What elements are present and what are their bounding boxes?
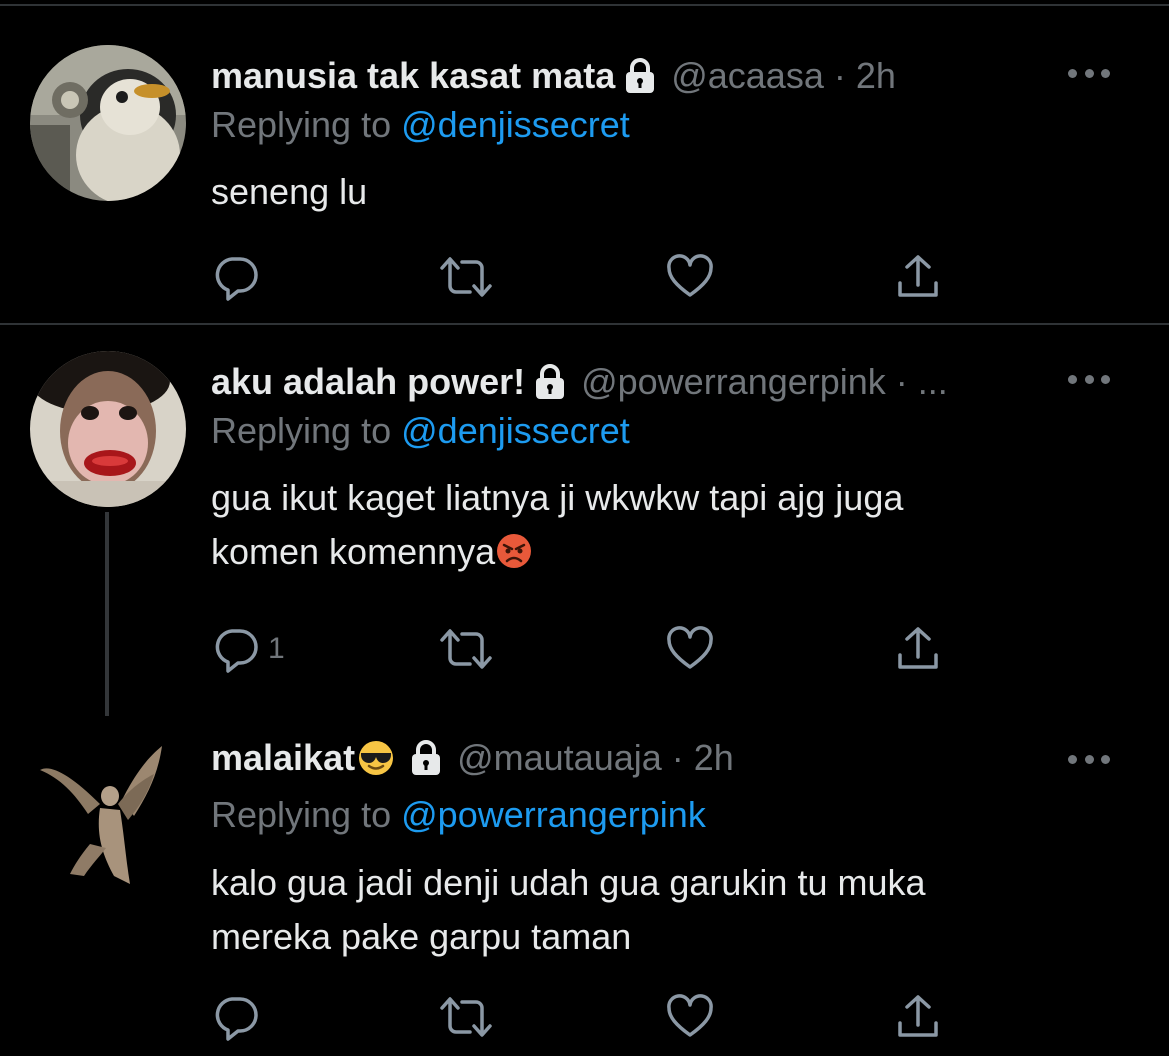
display-name[interactable]: malaikat	[211, 737, 355, 779]
like-icon	[667, 626, 713, 669]
retweet-button[interactable]	[440, 992, 492, 1042]
tweet-text-line: seneng lu	[211, 171, 368, 212]
lock-icon	[536, 364, 565, 399]
replying-prefix: Replying to	[211, 410, 392, 451]
action-bar: 1	[0, 624, 1169, 674]
tweet-text: seneng lu	[211, 165, 1111, 219]
timestamp[interactable]: 2h	[856, 55, 896, 97]
separator-dot: ·	[671, 737, 684, 778]
tweet-divider	[0, 323, 1169, 325]
avatar[interactable]	[30, 734, 186, 890]
tweet-header: manusia tak kasat mata @acaasa · 2h	[211, 54, 896, 98]
replying-to: Replying to @denjissecret	[211, 104, 630, 146]
tweet-text-line: gua ikut kaget liatnya ji wkwkw tapi ajg…	[211, 477, 904, 518]
replying-to: Replying to @powerrangerpink	[211, 794, 706, 836]
thread-connector	[105, 512, 109, 716]
lock-icon	[626, 58, 655, 93]
reply-button[interactable]: 1	[212, 624, 285, 674]
more-icon[interactable]	[1068, 66, 1110, 80]
like-button[interactable]	[666, 992, 714, 1042]
share-button[interactable]	[894, 992, 942, 1042]
lock-icon	[412, 740, 441, 775]
replying-to: Replying to @denjissecret	[211, 410, 630, 452]
share-icon	[898, 255, 938, 297]
separator-dot: ·	[895, 361, 908, 402]
user-handle[interactable]: @acaasa	[671, 55, 824, 97]
retweet-icon	[440, 257, 492, 297]
angel-statue-avatar-image	[30, 734, 186, 890]
more-icon[interactable]	[1068, 752, 1110, 766]
user-handle[interactable]: @mautauaja	[457, 737, 662, 779]
tweet-text-line-with-emoji: komen komennya	[211, 525, 1111, 579]
action-bar	[0, 992, 1169, 1042]
sunglasses-emoji	[359, 741, 394, 775]
replying-mention[interactable]: @denjissecret	[401, 104, 630, 145]
tweet-text-line: kalo gua jadi denji udah gua garukin tu …	[211, 862, 926, 903]
reply-count: 1	[268, 632, 285, 665]
replying-prefix: Replying to	[211, 104, 392, 145]
angry-face-emoji	[497, 534, 532, 568]
retweet-button[interactable]	[440, 252, 492, 302]
timestamp[interactable]: ...	[918, 361, 948, 403]
like-icon	[667, 994, 713, 1037]
reply-icon	[215, 629, 258, 673]
tweet[interactable]: aku adalah power! @powerrangerpink · ...…	[0, 326, 1169, 720]
share-button[interactable]	[894, 252, 942, 302]
share-button[interactable]	[894, 624, 942, 674]
tweet-header: malaikat @mautauaja · 2h	[211, 736, 734, 780]
avatar[interactable]	[30, 351, 186, 507]
separator-dot: ·	[833, 55, 846, 96]
like-icon	[667, 254, 713, 297]
tweet-text: gua ikut kaget liatnya ji wkwkw tapi ajg…	[211, 471, 1111, 579]
penguin-avatar-image	[30, 45, 186, 201]
display-name[interactable]: aku adalah power!	[211, 361, 525, 403]
reply-icon	[215, 257, 258, 301]
like-button[interactable]	[666, 624, 714, 674]
avatar[interactable]	[30, 45, 186, 201]
retweet-button[interactable]	[440, 624, 492, 674]
more-icon[interactable]	[1068, 372, 1110, 386]
display-name[interactable]: manusia tak kasat mata	[211, 55, 615, 97]
action-bar	[0, 252, 1169, 302]
replying-mention[interactable]: @powerrangerpink	[401, 794, 706, 835]
tweet[interactable]: manusia tak kasat mata @acaasa · 2h Repl…	[0, 0, 1169, 324]
tweet[interactable]: malaikat @mautauaja · 2h Replying to @po…	[0, 720, 1169, 1056]
retweet-icon	[440, 997, 492, 1037]
tweet-text-line: mereka pake garpu taman	[211, 916, 632, 957]
tweet-text-line: komen komennya	[211, 531, 496, 572]
pink-face-avatar-image	[30, 351, 186, 507]
replying-prefix: Replying to	[211, 794, 392, 835]
like-button[interactable]	[666, 252, 714, 302]
reply-icon	[215, 997, 258, 1041]
share-icon	[898, 627, 938, 669]
reply-button[interactable]	[212, 252, 260, 302]
tweet-text: kalo gua jadi denji udah gua garukin tu …	[211, 856, 1111, 964]
replying-mention[interactable]: @denjissecret	[401, 410, 630, 451]
retweet-icon	[440, 629, 492, 669]
reply-button[interactable]	[212, 992, 260, 1042]
timestamp[interactable]: 2h	[694, 737, 734, 779]
tweet-header: aku adalah power! @powerrangerpink · ...	[211, 360, 948, 404]
user-handle[interactable]: @powerrangerpink	[581, 361, 886, 403]
share-icon	[898, 995, 938, 1037]
